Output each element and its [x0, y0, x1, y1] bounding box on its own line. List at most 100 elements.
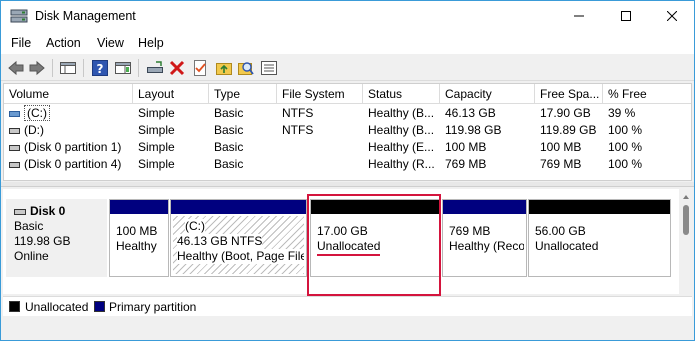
close-icon — [667, 11, 677, 21]
volume-list: Volume Layout Type File System Status Ca… — [3, 83, 692, 181]
partition-size: 769 MB — [449, 224, 491, 238]
toolbar-separator — [52, 59, 53, 77]
disk-info-panel[interactable]: Disk 0 Basic 119.98 GB Online — [6, 199, 107, 277]
type-cell: Basic — [214, 157, 244, 171]
back-arrow-icon[interactable] — [7, 59, 25, 77]
checklist-icon[interactable] — [191, 59, 209, 77]
maximize-button[interactable] — [603, 1, 649, 32]
status-cell: Healthy (B... — [368, 106, 435, 120]
table-row[interactable]: (Disk 0 partition 4) Simple Basic Health… — [4, 156, 691, 173]
partition-size-fs-row: 46.13 GB NTFS — [177, 234, 304, 249]
minimize-icon — [574, 15, 584, 17]
disk-size: 119.98 GB — [14, 234, 71, 248]
partition-status: Healthy — [116, 239, 157, 253]
disk-icon — [14, 208, 26, 215]
free-space-cell: 100 MB — [540, 140, 582, 154]
unallocated-bar — [529, 200, 670, 214]
search-icon[interactable] — [237, 59, 255, 77]
forward-arrow-icon[interactable] — [28, 59, 46, 77]
layout-cell: Simple — [138, 106, 175, 120]
svg-text:?: ? — [97, 62, 104, 76]
disk-type: Basic — [14, 219, 44, 233]
disk-pane-scrollbar[interactable] — [680, 189, 692, 294]
partition-body: (C:) 46.13 GB NTFS Healthy (Boot, Page F… — [173, 216, 304, 274]
menu-file[interactable]: File — [11, 36, 31, 50]
menu-help[interactable]: Help — [138, 36, 164, 50]
status-cell: Healthy (B... — [368, 123, 435, 137]
connect-disk-icon[interactable] — [146, 59, 164, 77]
pane-splitter[interactable] — [1, 182, 694, 187]
scrollbar-thumb[interactable] — [683, 205, 689, 235]
menu-action[interactable]: Action — [46, 36, 81, 50]
partition-title-row: (C:) — [177, 219, 304, 234]
column-header-type[interactable]: Type — [209, 84, 277, 104]
column-header-capacity[interactable]: Capacity — [440, 84, 535, 104]
column-header-percent-free[interactable]: % Free — [603, 84, 691, 104]
show-hide-console-tree-icon[interactable] — [59, 59, 77, 77]
disk-management-app-icon — [10, 9, 28, 23]
partition-status: Healthy (Boot, Page File — [177, 249, 304, 264]
column-header-layout[interactable]: Layout — [133, 84, 209, 104]
file-system-cell — [277, 156, 363, 173]
up-folder-icon[interactable] — [215, 59, 233, 77]
title-bar[interactable]: Disk Management — [1, 1, 694, 32]
volume-icon — [9, 161, 20, 168]
file-system-cell — [277, 139, 363, 156]
maximize-icon — [621, 11, 631, 21]
file-system-cell: NTFS — [282, 123, 314, 137]
partition-body: 100 MB Healthy — [112, 216, 166, 274]
minimize-button[interactable] — [556, 1, 602, 32]
table-row[interactable]: (D:) Simple Basic NTFS Healthy (B... 119… — [4, 122, 691, 139]
toolbar-separator — [138, 59, 139, 77]
partition-status: Healthy (Reco — [449, 239, 524, 253]
volume-icon — [9, 110, 20, 117]
properties-pane-icon[interactable] — [114, 59, 132, 77]
partition-body: 56.00 GB Unallocated — [531, 216, 668, 274]
legend-primary-swatch — [94, 301, 105, 312]
percent-free-cell: 100 % — [608, 140, 643, 154]
scroll-up-arrow-icon[interactable] — [680, 192, 692, 202]
type-cell: Basic — [214, 123, 244, 137]
legend-primary-label: Primary partition — [109, 300, 197, 314]
close-button[interactable] — [649, 1, 694, 32]
list-view-icon[interactable] — [260, 59, 278, 77]
legend-unallocated-swatch — [9, 301, 20, 312]
table-row[interactable]: (Disk 0 partition 1) Simple Basic Health… — [4, 139, 691, 156]
window-title: Disk Management — [35, 9, 136, 23]
partition-efi[interactable]: 100 MB Healthy — [109, 199, 169, 277]
partition-size: 100 MB — [116, 224, 158, 238]
percent-free-cell: 100 % — [608, 157, 643, 171]
volume-icon — [9, 127, 20, 134]
unallocated-space-56gb[interactable]: 56.00 GB Unallocated — [528, 199, 671, 277]
capacity-cell: 100 MB — [445, 140, 487, 154]
file-system-cell: NTFS — [282, 106, 314, 120]
column-header-status[interactable]: Status — [363, 84, 440, 104]
column-header-volume[interactable]: Volume — [4, 84, 133, 104]
delete-icon[interactable] — [168, 59, 186, 77]
volume-name: (Disk 0 partition 1) — [24, 140, 122, 154]
partition-recovery[interactable]: 769 MB Healthy (Reco — [442, 199, 527, 277]
volume-cell: (D:) — [4, 122, 133, 139]
menu-view[interactable]: View — [97, 36, 124, 50]
volume-cell: (Disk 0 partition 4) — [4, 156, 133, 173]
highlight-annotation-box — [307, 194, 441, 296]
menu-bar: File Action View Help — [1, 32, 694, 54]
partition-body: 769 MB Healthy (Reco — [445, 216, 524, 274]
help-icon[interactable]: ? — [91, 59, 109, 77]
column-header-file-system[interactable]: File System — [277, 84, 363, 104]
disk-status: Online — [14, 249, 49, 263]
partition-c[interactable]: (C:) 46.13 GB NTFS Healthy (Boot, Page F… — [170, 199, 307, 277]
column-header-free-space[interactable]: Free Spa... — [535, 84, 603, 104]
partition-size: 56.00 GB — [535, 224, 586, 238]
legend-unallocated-label: Unallocated — [25, 300, 89, 314]
type-cell: Basic — [214, 140, 244, 154]
disk-name-row: Disk 0 — [14, 204, 107, 219]
percent-free-cell: 39 % — [608, 106, 636, 120]
table-row[interactable]: (C:) Simple Basic NTFS Healthy (B... 46.… — [4, 105, 691, 122]
capacity-cell: 119.98 GB — [445, 123, 502, 137]
toolbar-separator — [83, 59, 84, 77]
layout-cell: Simple — [138, 140, 175, 154]
volume-cell: (Disk 0 partition 1) — [4, 139, 133, 156]
partition-status: Unallocated — [535, 239, 599, 253]
toolbar: ? — [1, 54, 694, 81]
